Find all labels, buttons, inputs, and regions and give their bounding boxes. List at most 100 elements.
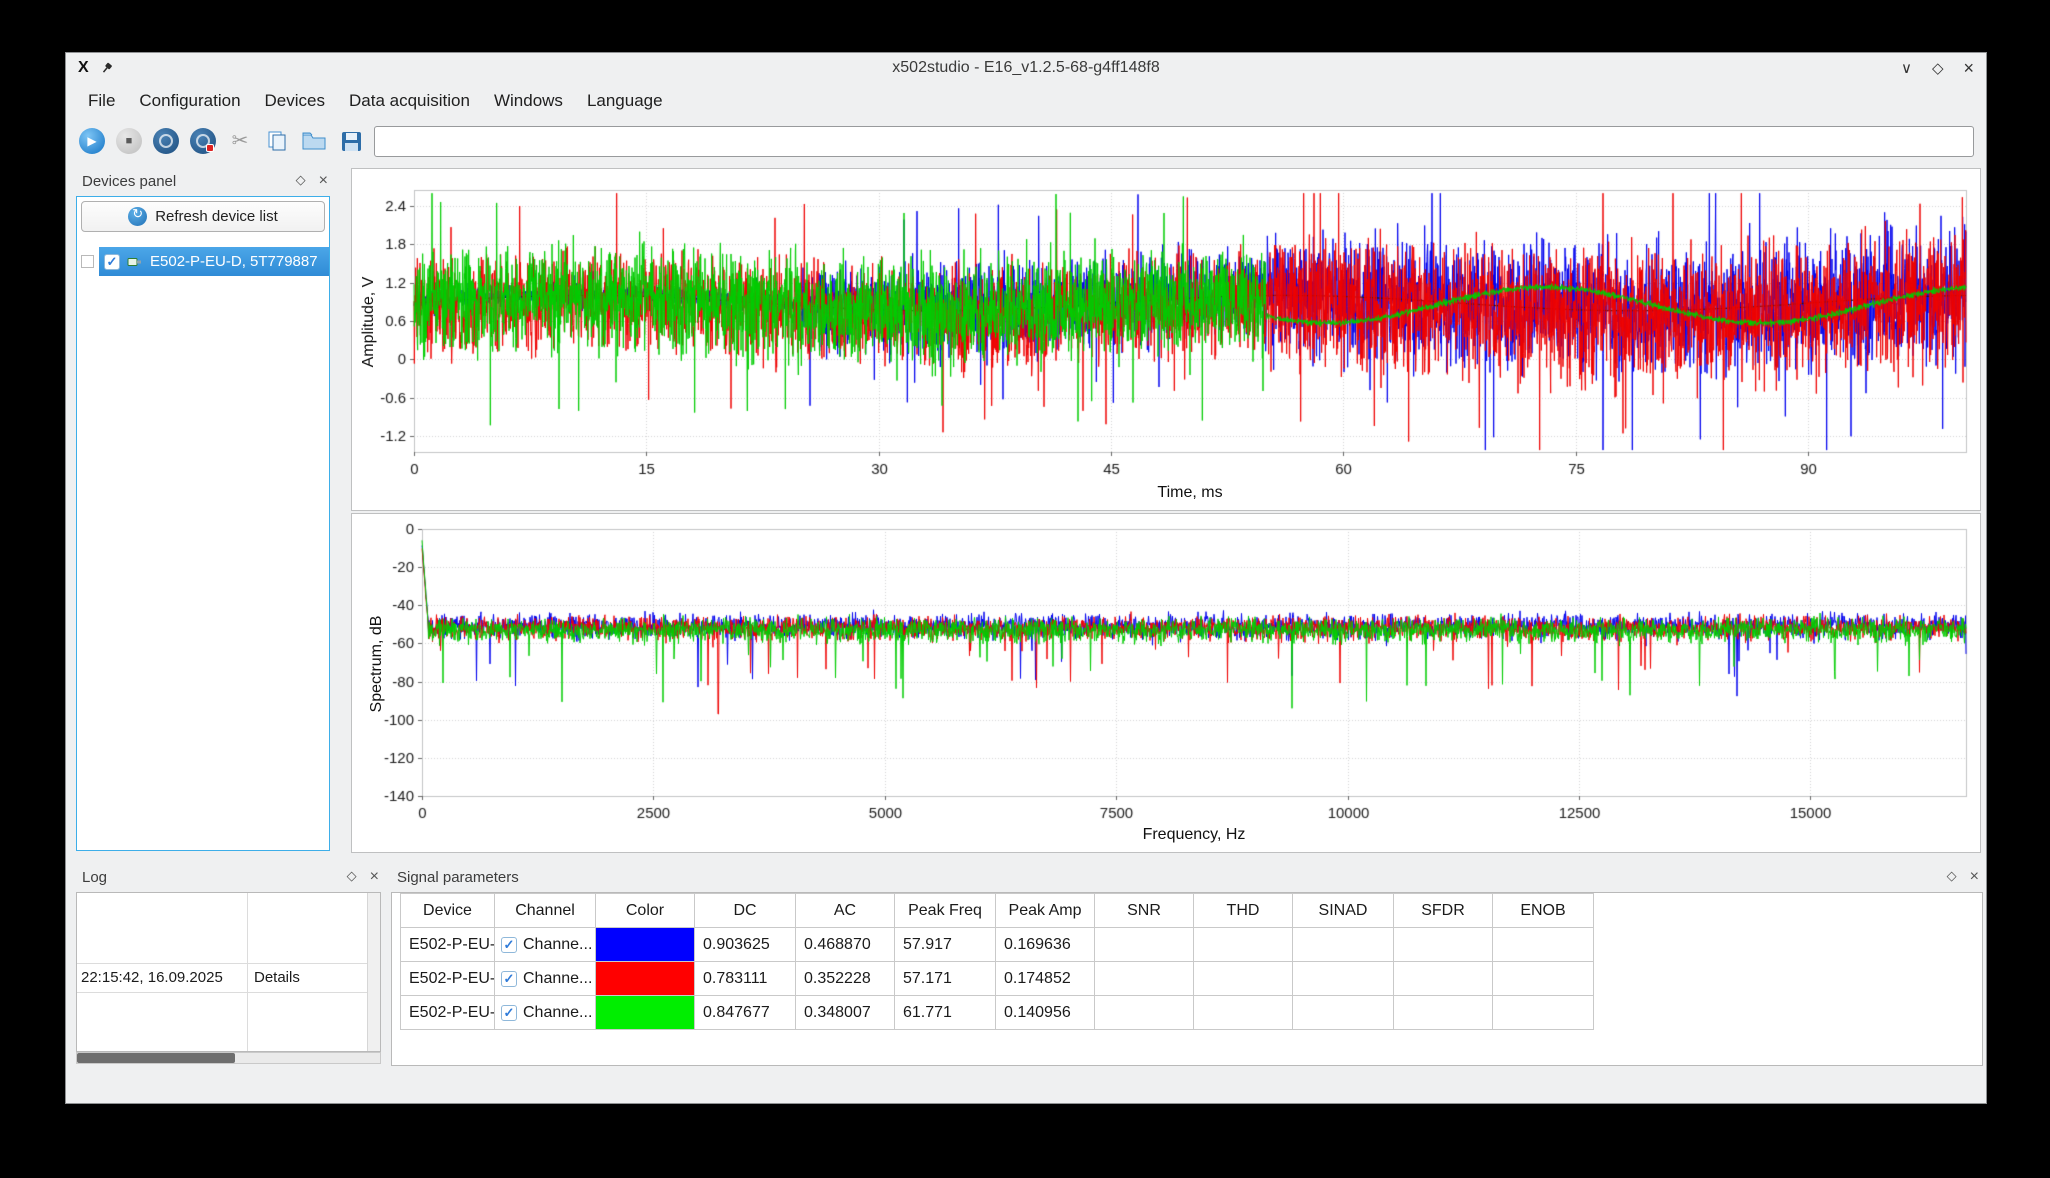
signal-parameters-header: Signal parameters ◇ × (388, 864, 1986, 890)
window-title: x502studio - E16_v1.2.5-68-g4ff148f8 (66, 59, 1986, 77)
refresh-label: Refresh device list (155, 208, 278, 225)
float-panel-icon[interactable]: ◇ (296, 173, 306, 189)
table-row: E502-P-EU-... ✓Channe... 0.783111 0.3522… (401, 962, 1594, 996)
cell-device: E502-P-EU-... (401, 996, 495, 1030)
refresh-icon: ↻ (128, 207, 147, 226)
log-column-divider (247, 893, 248, 1051)
folder-icon (302, 131, 326, 151)
log-scrollbar-thumb[interactable] (77, 1053, 235, 1063)
col-peak-amp: Peak Amp (996, 894, 1095, 928)
device-checkbox[interactable]: ✓ (104, 254, 120, 270)
signal-parameters-panel: Signal parameters ◇ × Device (388, 864, 1986, 1070)
table-row: E502-P-EU-... ✓Channe... 0.903625 0.4688… (401, 928, 1594, 962)
toolbar-input[interactable] (374, 126, 1974, 157)
spectrum-chart-panel: Frequency, Hz Spectrum, dB (351, 513, 1981, 853)
col-thd: THD (1194, 894, 1293, 928)
save-button[interactable] (337, 127, 365, 155)
device-tree-row[interactable]: ✓ E502-P-EU-D, 5T779887 (77, 247, 329, 276)
color-swatch (596, 962, 695, 996)
cell-ac: 0.348007 (796, 996, 895, 1030)
start-button[interactable]: ▶ (78, 127, 106, 155)
menu-file[interactable]: File (76, 86, 127, 116)
device-tree: ↻ Refresh device list ✓ E502-P-EU-D, 5T7… (76, 196, 330, 851)
time-chart-panel: Time, ms Amplitude, V (351, 168, 1981, 511)
menu-devices[interactable]: Devices (253, 86, 337, 116)
time-chart-canvas (352, 169, 1980, 510)
device-item-selected[interactable]: ✓ E502-P-EU-D, 5T779887 (99, 247, 329, 276)
col-sfdr: SFDR (1394, 894, 1493, 928)
cell-ac: 0.352228 (796, 962, 895, 996)
close-panel-icon[interactable]: × (319, 173, 328, 189)
devices-panel: Devices panel ◇ × ↻ Refresh device list … (73, 168, 335, 857)
log-panel-title: Log (73, 869, 107, 886)
table-header-row: Device Channel Color DC AC Peak Freq Pea… (401, 894, 1594, 928)
toolbar: ▶ ■ ✂ (66, 118, 1986, 164)
menu-windows[interactable]: Windows (482, 86, 575, 116)
disconnect-button[interactable] (189, 127, 217, 155)
col-ac: AC (796, 894, 895, 928)
device-label: E502-P-EU-D, 5T779887 (150, 253, 318, 270)
connect-button[interactable] (152, 127, 180, 155)
float-panel-icon[interactable]: ◇ (347, 869, 357, 885)
close-button[interactable]: × (1963, 59, 1974, 77)
log-vertical-scrollbar[interactable] (367, 893, 380, 1051)
log-horizontal-scrollbar[interactable] (76, 1052, 381, 1064)
cell-peak-amp: 0.140956 (996, 996, 1095, 1030)
copy-icon (266, 130, 288, 152)
menu-data-acquisition[interactable]: Data acquisition (337, 86, 482, 116)
tree-toggle-box[interactable] (81, 255, 94, 268)
cell-device: E502-P-EU-... (401, 928, 495, 962)
cell-peak-freq: 57.171 (895, 962, 996, 996)
col-dc: DC (695, 894, 796, 928)
scissors-icon: ✂ (232, 131, 249, 151)
cell-peak-freq: 61.771 (895, 996, 996, 1030)
col-channel: Channel (495, 894, 596, 928)
close-panel-icon[interactable]: × (370, 869, 379, 885)
save-icon (341, 131, 362, 152)
signal-parameters-title: Signal parameters (388, 869, 519, 886)
close-panel-icon[interactable]: × (1970, 869, 1979, 885)
col-enob: ENOB (1493, 894, 1594, 928)
log-entry-details[interactable]: Details (254, 963, 300, 992)
cell-dc: 0.783111 (695, 962, 796, 996)
menu-language[interactable]: Language (575, 86, 675, 116)
devices-panel-header: Devices panel ◇ × (73, 168, 335, 194)
copy-button[interactable] (263, 127, 291, 155)
maximize-button[interactable]: ◇ (1932, 61, 1944, 76)
shade-button[interactable]: ∨ (1901, 61, 1912, 76)
col-snr: SNR (1095, 894, 1194, 928)
desktop: x502studio - E16_v1.2.5-68-g4ff148f8 X ∨… (0, 0, 2050, 1178)
globe-stop-icon (190, 128, 216, 154)
cell-peak-amp: 0.174852 (996, 962, 1095, 996)
cell-channel: ✓Channe... (495, 928, 596, 962)
channel-checkbox[interactable]: ✓ (501, 937, 517, 953)
menubar: File Configuration Devices Data acquisit… (66, 83, 1986, 118)
device-plug-icon (127, 256, 143, 268)
col-device: Device (401, 894, 495, 928)
play-icon: ▶ (87, 135, 96, 147)
channel-checkbox[interactable]: ✓ (501, 1005, 517, 1021)
log-panel-header: Log ◇ × (73, 864, 386, 890)
cell-device: E502-P-EU-... (401, 962, 495, 996)
cell-channel: ✓Channe... (495, 996, 596, 1030)
cut-button[interactable]: ✂ (226, 127, 254, 155)
menu-configuration[interactable]: Configuration (127, 86, 252, 116)
open-folder-button[interactable] (300, 127, 328, 155)
cell-dc: 0.903625 (695, 928, 796, 962)
app-window: x502studio - E16_v1.2.5-68-g4ff148f8 X ∨… (65, 52, 1987, 1104)
cell-ac: 0.468870 (796, 928, 895, 962)
stop-button[interactable]: ■ (115, 127, 143, 155)
pin-icon[interactable] (99, 61, 114, 76)
float-panel-icon[interactable]: ◇ (1947, 869, 1957, 885)
cell-dc: 0.847677 (695, 996, 796, 1030)
col-color: Color (596, 894, 695, 928)
spectrum-chart-canvas (352, 514, 1980, 852)
table-row: E502-P-EU-... ✓Channe... 0.847677 0.3480… (401, 996, 1594, 1030)
col-sinad: SINAD (1293, 894, 1394, 928)
refresh-device-list-button[interactable]: ↻ Refresh device list (81, 201, 325, 232)
spectrum-x-axis-label: Frequency, Hz (422, 826, 1966, 844)
channel-checkbox[interactable]: ✓ (501, 971, 517, 987)
cell-peak-freq: 57.917 (895, 928, 996, 962)
log-table: 22:15:42, 16.09.2025 Details (76, 892, 381, 1052)
titlebar: x502studio - E16_v1.2.5-68-g4ff148f8 X ∨… (66, 53, 1986, 83)
